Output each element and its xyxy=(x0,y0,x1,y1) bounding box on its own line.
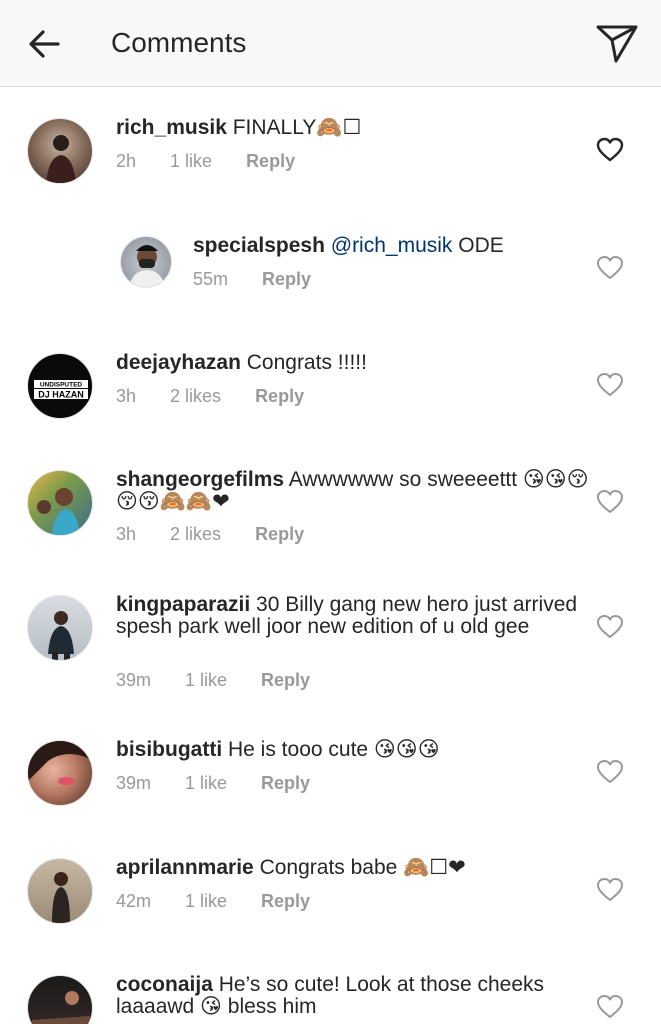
heart-icon[interactable] xyxy=(596,137,624,163)
like-count[interactable]: 2 likes xyxy=(170,524,221,544)
top-bar: Comments xyxy=(0,0,661,87)
comment-username[interactable]: aprilannmarie xyxy=(116,856,254,879)
comment-item: bisibugatti He is tooo cute 😘😘😘 39m 1 lik… xyxy=(0,732,661,822)
comment-time: 3h xyxy=(116,524,137,544)
avatar[interactable] xyxy=(27,740,93,806)
avatar[interactable] xyxy=(120,236,172,288)
reply-button[interactable]: Reply xyxy=(246,151,295,171)
like-count[interactable]: 1 like xyxy=(185,670,227,690)
comment-time: 39m xyxy=(116,773,152,793)
heart-icon[interactable] xyxy=(596,759,624,785)
comment-text: He is tooo cute 😘😘😘 xyxy=(222,738,440,761)
comment-text: ODE xyxy=(452,234,504,257)
comment-text: FINALLY🙈☐ xyxy=(226,116,362,139)
comment-time: 3h xyxy=(116,386,137,406)
like-count[interactable]: 1 like xyxy=(185,773,227,793)
back-arrow-icon[interactable] xyxy=(24,24,64,64)
reply-button[interactable]: Reply xyxy=(262,269,311,289)
comment-username[interactable]: coconaija xyxy=(116,973,213,996)
mention-link[interactable]: @rich_musik xyxy=(331,234,453,257)
comment-username[interactable]: shangeorgefilms xyxy=(116,468,284,491)
send-icon[interactable] xyxy=(594,21,640,65)
avatar[interactable]: UNDISPUTED DJ HAZAN xyxy=(27,353,93,419)
reply-item: specialspesh @rich_musik ODE 55m Reply xyxy=(0,228,661,308)
comment-username[interactable]: rich_musik xyxy=(116,116,227,139)
comment-username[interactable]: specialspesh xyxy=(193,234,325,257)
comment-username[interactable]: bisibugatti xyxy=(116,738,222,761)
comment-item: shangeorgefilms Awwwwww so sweeeettt 😘😘😚… xyxy=(0,462,661,562)
reply-button[interactable]: Reply xyxy=(261,891,310,911)
comment-item: aprilannmarie Congrats babe 🙈☐❤ 42m 1 lik… xyxy=(0,850,661,940)
avatar[interactable] xyxy=(27,975,93,1024)
heart-icon[interactable] xyxy=(596,489,624,515)
page-title: Comments xyxy=(111,27,247,58)
comment-time: 39m xyxy=(116,670,152,690)
reply-button[interactable]: Reply xyxy=(255,524,304,544)
avatar-badge-line1: UNDISPUTED xyxy=(40,382,83,389)
heart-icon[interactable] xyxy=(596,372,624,398)
reply-button[interactable]: Reply xyxy=(261,773,310,793)
avatar[interactable] xyxy=(27,858,93,924)
avatar-badge-line2: DJ HAZAN xyxy=(38,390,84,400)
comment-item: rich_musik FINALLY🙈☐ 2h 1 like Reply xyxy=(0,110,661,210)
comment-username[interactable]: deejayhazan xyxy=(116,351,241,374)
like-count[interactable]: 2 likes xyxy=(170,386,221,406)
comment-time: 42m xyxy=(116,891,152,911)
reply-button[interactable]: Reply xyxy=(255,386,304,406)
comment-time: 55m xyxy=(193,269,229,289)
comment-username[interactable]: kingpaparazii xyxy=(116,593,250,616)
comment-time: 2h xyxy=(116,151,137,171)
comment-text: Congrats !!!!! xyxy=(240,351,367,374)
reply-button[interactable]: Reply xyxy=(261,670,310,690)
comment-text: Congrats babe 🙈☐❤ xyxy=(253,856,466,879)
like-count[interactable]: 1 like xyxy=(185,891,227,911)
heart-icon[interactable] xyxy=(596,994,624,1020)
comment-item: kingpaparazii 30 Billy gang new hero jus… xyxy=(0,587,661,697)
like-count[interactable]: 1 like xyxy=(170,151,212,171)
heart-icon[interactable] xyxy=(596,614,624,640)
comment-item: coconaija He’s so cute! Look at those ch… xyxy=(0,967,661,1024)
avatar[interactable] xyxy=(27,118,93,184)
comment-item: UNDISPUTED DJ HAZAN deejayhazan Congrats… xyxy=(0,345,661,435)
avatar[interactable] xyxy=(27,470,93,536)
heart-icon[interactable] xyxy=(596,877,624,903)
heart-icon[interactable] xyxy=(596,255,624,281)
avatar[interactable] xyxy=(27,595,93,661)
